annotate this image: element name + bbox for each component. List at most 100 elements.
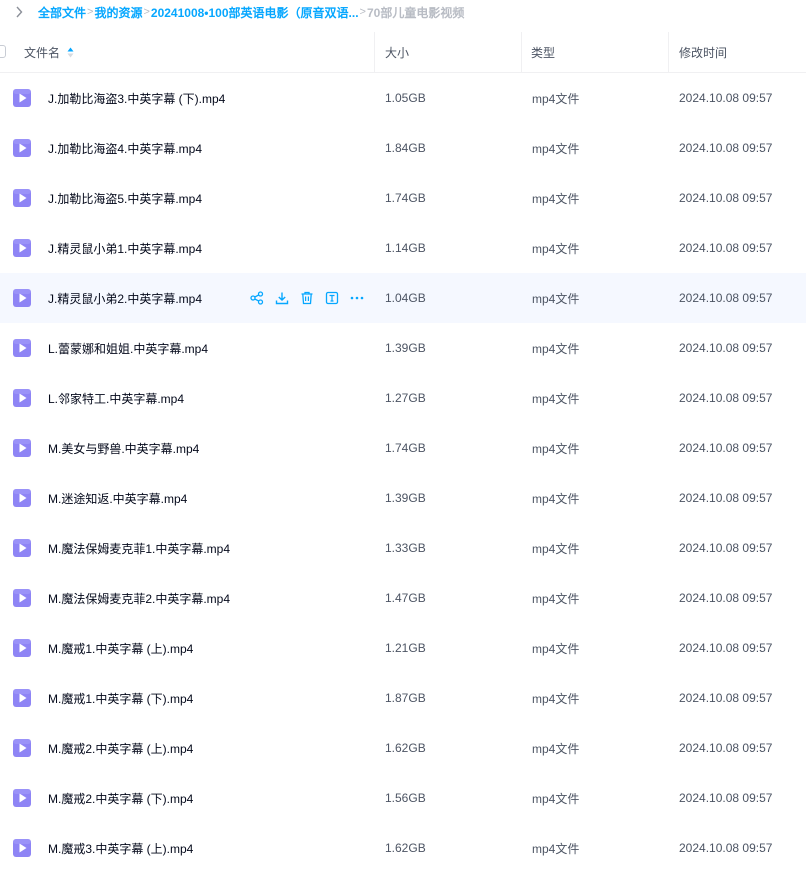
file-type: mp4文件 [532, 191, 580, 206]
column-header-size[interactable]: 大小 [385, 32, 409, 72]
modified-time: 2024.10.08 09:57 [679, 91, 773, 105]
table-row[interactable]: J.精灵鼠小弟2.中英字幕.mp4 1.04GB mp4文件 2024.10.08 0… [0, 273, 806, 323]
file-name[interactable]: J.加勒比海盗4.中英字幕.mp4 [48, 123, 202, 173]
file-name[interactable]: M.美女与野兽.中英字幕.mp4 [48, 423, 199, 473]
table-row[interactable]: M.迷途知返.中英字幕.mp4 1.39GB mp4文件 2024.10.08 09:… [0, 473, 806, 523]
modified-time: 2024.10.08 09:57 [679, 641, 773, 655]
table-row[interactable]: M.魔戒3.中英字幕 (上).mp4 1.62GB mp4文件 2024.10.08 … [0, 823, 806, 873]
file-type: mp4文件 [532, 591, 580, 606]
back-chevron-icon[interactable] [0, 0, 38, 24]
modified-time: 2024.10.08 09:57 [679, 791, 773, 805]
file-name[interactable]: J.加勒比海盗3.中英字幕 (下).mp4 [48, 73, 225, 123]
video-file-icon [12, 188, 32, 208]
table-row[interactable]: M.魔戒2.中英字幕 (下).mp4 1.56GB mp4文件 2024.10.08 … [0, 773, 806, 823]
video-file-icon [12, 238, 32, 258]
video-file-icon [12, 338, 32, 358]
file-size: 1.21GB [385, 641, 426, 655]
file-name[interactable]: J.加勒比海盗5.中英字幕.mp4 [48, 173, 202, 223]
file-name[interactable]: L.蕾蒙娜和姐姐.中英字幕.mp4 [48, 323, 208, 373]
file-type: mp4文件 [532, 91, 580, 106]
video-file-icon [12, 288, 32, 308]
file-size: 1.74GB [385, 441, 426, 455]
file-name[interactable]: M.魔法保姆麦克菲2.中英字幕.mp4 [48, 573, 230, 623]
column-header-name-label: 文件名 [24, 45, 61, 60]
modified-time: 2024.10.08 09:57 [679, 191, 773, 205]
modified-time: 2024.10.08 09:57 [679, 591, 773, 605]
file-type: mp4文件 [532, 791, 580, 806]
file-name[interactable]: L.邻家特工.中英字幕.mp4 [48, 373, 184, 423]
table-row[interactable]: J.加勒比海盗5.中英字幕.mp4 1.74GB mp4文件 2024.10.08 0… [0, 173, 806, 223]
column-header-type[interactable]: 类型 [531, 32, 555, 72]
file-type: mp4文件 [532, 841, 580, 856]
file-type: mp4文件 [532, 691, 580, 706]
modified-time: 2024.10.08 09:57 [679, 841, 773, 855]
modified-time: 2024.10.08 09:57 [679, 741, 773, 755]
column-divider[interactable] [668, 32, 669, 72]
column-header-name[interactable]: 文件名 [24, 32, 74, 72]
modified-time: 2024.10.08 09:57 [679, 291, 773, 305]
modified-time: 2024.10.08 09:57 [679, 141, 773, 155]
file-name[interactable]: M.魔法保姆麦克菲1.中英字幕.mp4 [48, 523, 230, 573]
file-size: 1.47GB [385, 591, 426, 605]
file-size: 1.05GB [385, 91, 426, 105]
select-all-checkbox[interactable] [0, 45, 6, 58]
video-file-icon [12, 688, 32, 708]
breadcrumb-item-folder[interactable]: 20241008•100部英语电影（原音双语... [151, 4, 359, 21]
column-divider[interactable] [521, 32, 522, 72]
share-icon[interactable] [249, 290, 265, 306]
modified-time: 2024.10.08 09:57 [679, 541, 773, 555]
file-name[interactable]: J.精灵鼠小弟1.中英字幕.mp4 [48, 223, 202, 273]
table-row[interactable]: J.精灵鼠小弟1.中英字幕.mp4 1.14GB mp4文件 2024.10.08 0… [0, 223, 806, 273]
video-file-icon [12, 488, 32, 508]
file-name[interactable]: M.迷途知返.中英字幕.mp4 [48, 473, 187, 523]
file-size: 1.62GB [385, 841, 426, 855]
file-type: mp4文件 [532, 291, 580, 306]
download-icon[interactable] [274, 290, 290, 306]
file-name[interactable]: M.魔戒2.中英字幕 (下).mp4 [48, 773, 193, 823]
video-file-icon [12, 538, 32, 558]
table-row[interactable]: L.蕾蒙娜和姐姐.中英字幕.mp4 1.39GB mp4文件 2024.10.08 0… [0, 323, 806, 373]
file-size: 1.84GB [385, 141, 426, 155]
video-file-icon [12, 638, 32, 658]
table-row[interactable]: J.加勒比海盗4.中英字幕.mp4 1.84GB mp4文件 2024.10.08 0… [0, 123, 806, 173]
breadcrumb-item-all-files[interactable]: 全部文件 [38, 4, 86, 21]
modified-time: 2024.10.08 09:57 [679, 691, 773, 705]
file-name[interactable]: M.魔戒1.中英字幕 (上).mp4 [48, 623, 193, 673]
file-type: mp4文件 [532, 341, 580, 356]
modified-time: 2024.10.08 09:57 [679, 241, 773, 255]
table-row[interactable]: M.魔法保姆麦克菲1.中英字幕.mp4 1.33GB mp4文件 2024.10.08… [0, 523, 806, 573]
file-name[interactable]: J.精灵鼠小弟2.中英字幕.mp4 [48, 273, 202, 323]
video-file-icon [12, 138, 32, 158]
video-file-icon [12, 588, 32, 608]
file-size: 1.74GB [385, 191, 426, 205]
sort-icon[interactable] [67, 47, 74, 58]
video-file-icon [12, 788, 32, 808]
delete-icon[interactable] [299, 290, 315, 306]
file-name[interactable]: M.魔戒3.中英字幕 (上).mp4 [48, 823, 193, 873]
file-size: 1.14GB [385, 241, 426, 255]
file-size: 1.87GB [385, 691, 426, 705]
table-row[interactable]: M.魔戒1.中英字幕 (上).mp4 1.21GB mp4文件 2024.10.08 … [0, 623, 806, 673]
table-row[interactable]: M.魔法保姆麦克菲2.中英字幕.mp4 1.47GB mp4文件 2024.10.08… [0, 573, 806, 623]
column-divider[interactable] [374, 32, 375, 72]
table-row[interactable]: J.加勒比海盗3.中英字幕 (下).mp4 1.05GB mp4文件 2024.10.… [0, 73, 806, 123]
file-type: mp4文件 [532, 541, 580, 556]
file-name[interactable]: M.魔戒1.中英字幕 (下).mp4 [48, 673, 193, 723]
text-icon[interactable] [324, 290, 340, 306]
table-row[interactable]: M.魔戒1.中英字幕 (下).mp4 1.87GB mp4文件 2024.10.08 … [0, 673, 806, 723]
file-list: J.加勒比海盗3.中英字幕 (下).mp4 1.05GB mp4文件 2024.10.… [0, 73, 806, 873]
video-file-icon [12, 738, 32, 758]
breadcrumb-item-current: 70部儿童电影视频 [366, 5, 465, 20]
column-header-time[interactable]: 修改时间 [679, 32, 727, 72]
file-size: 1.04GB [385, 291, 426, 305]
table-row[interactable]: M.美女与野兽.中英字幕.mp4 1.74GB mp4文件 2024.10.08 09… [0, 423, 806, 473]
breadcrumb-item-my-resources[interactable]: 我的资源 [94, 4, 142, 21]
video-file-icon [12, 438, 32, 458]
table-row[interactable]: L.邻家特工.中英字幕.mp4 1.27GB mp4文件 2024.10.08 09:… [0, 373, 806, 423]
video-file-icon [12, 88, 32, 108]
more-icon[interactable] [349, 290, 365, 306]
table-row[interactable]: M.魔戒2.中英字幕 (上).mp4 1.62GB mp4文件 2024.10.08 … [0, 723, 806, 773]
modified-time: 2024.10.08 09:57 [679, 441, 773, 455]
file-name[interactable]: M.魔戒2.中英字幕 (上).mp4 [48, 723, 193, 773]
row-actions [249, 290, 374, 306]
